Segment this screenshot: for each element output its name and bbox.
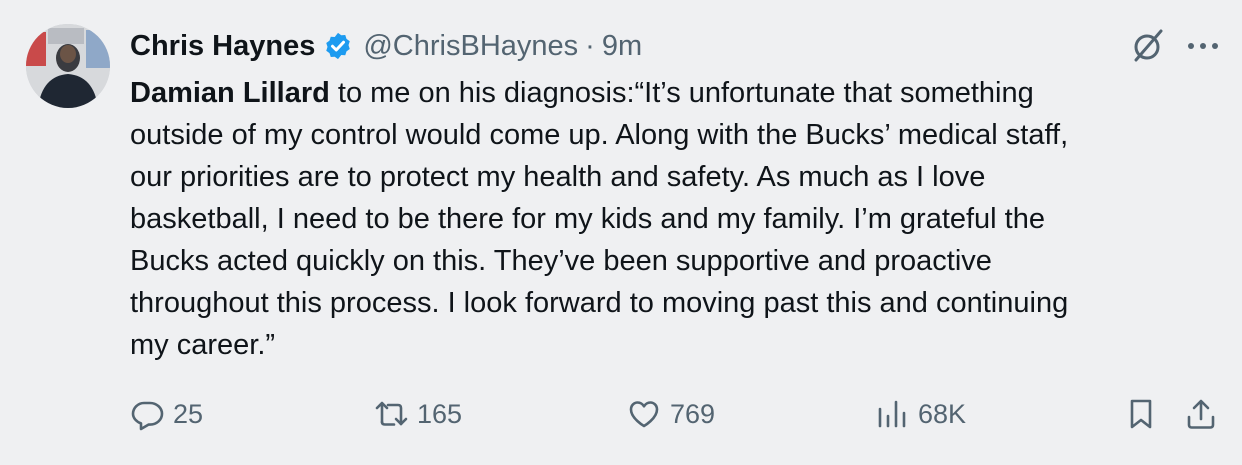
avatar[interactable] [26, 24, 110, 108]
tweet-text: Damian Lillard to me on his diagnosis:“I… [130, 72, 1220, 366]
author-name[interactable]: Chris Haynes [130, 26, 315, 66]
heart-icon [629, 401, 659, 428]
views-bars-icon [878, 400, 906, 428]
separator-dot: · [585, 30, 595, 62]
avatar-image [26, 24, 110, 108]
retweet-button[interactable]: 165 [374, 392, 462, 436]
bookmark-button[interactable] [1124, 392, 1158, 436]
views-button[interactable]: 68K [875, 392, 966, 436]
tweet-line-1-rest: to me on his diagnosis:“It’s unfortunate… [329, 77, 1034, 109]
more-dots-icon[interactable] [1183, 30, 1223, 62]
verified-badge-icon [323, 31, 353, 61]
tweet-line-3: our priorities are to protect my health … [130, 161, 986, 193]
like-count: 769 [670, 398, 716, 429]
tweet[interactable]: Chris Haynes @ChrisBHaynes · 9m Damian L… [0, 0, 1242, 465]
tweet-header: Chris Haynes @ChrisBHaynes · 9m [130, 26, 642, 66]
grok-slash-icon[interactable] [1130, 28, 1166, 64]
tweet-line-7: my career.” [130, 329, 276, 361]
tweet-timestamp[interactable]: 9m [602, 26, 642, 66]
mention-name: Damian Lillard [130, 77, 330, 109]
share-button[interactable] [1184, 392, 1218, 436]
bookmark-icon [1130, 399, 1152, 429]
tweet-line-2: outside of my control would come up. Alo… [130, 119, 1069, 151]
tweet-line-4: basketball, I need to be there for my ki… [130, 203, 1046, 235]
tweet-line-5: Bucks acted quickly on this. They’ve bee… [130, 245, 992, 277]
tweet-line-1: Damian Lillard to me on his diagnosis:“I… [130, 72, 1220, 114]
share-upload-icon [1187, 399, 1215, 429]
retweet-icon [375, 401, 408, 426]
tweet-actions: 25 165 769 68K [0, 392, 1242, 436]
retweet-count: 165 [417, 398, 463, 429]
like-button[interactable]: 769 [627, 392, 715, 436]
views-count: 68K [918, 398, 967, 429]
reply-count: 25 [173, 398, 204, 429]
reply-button[interactable]: 25 [130, 392, 203, 436]
tweet-line-6: throughout this process. I look forward … [130, 287, 1069, 319]
author-handle[interactable]: @ChrisBHaynes [363, 26, 578, 66]
reply-bubble-icon [131, 401, 164, 431]
